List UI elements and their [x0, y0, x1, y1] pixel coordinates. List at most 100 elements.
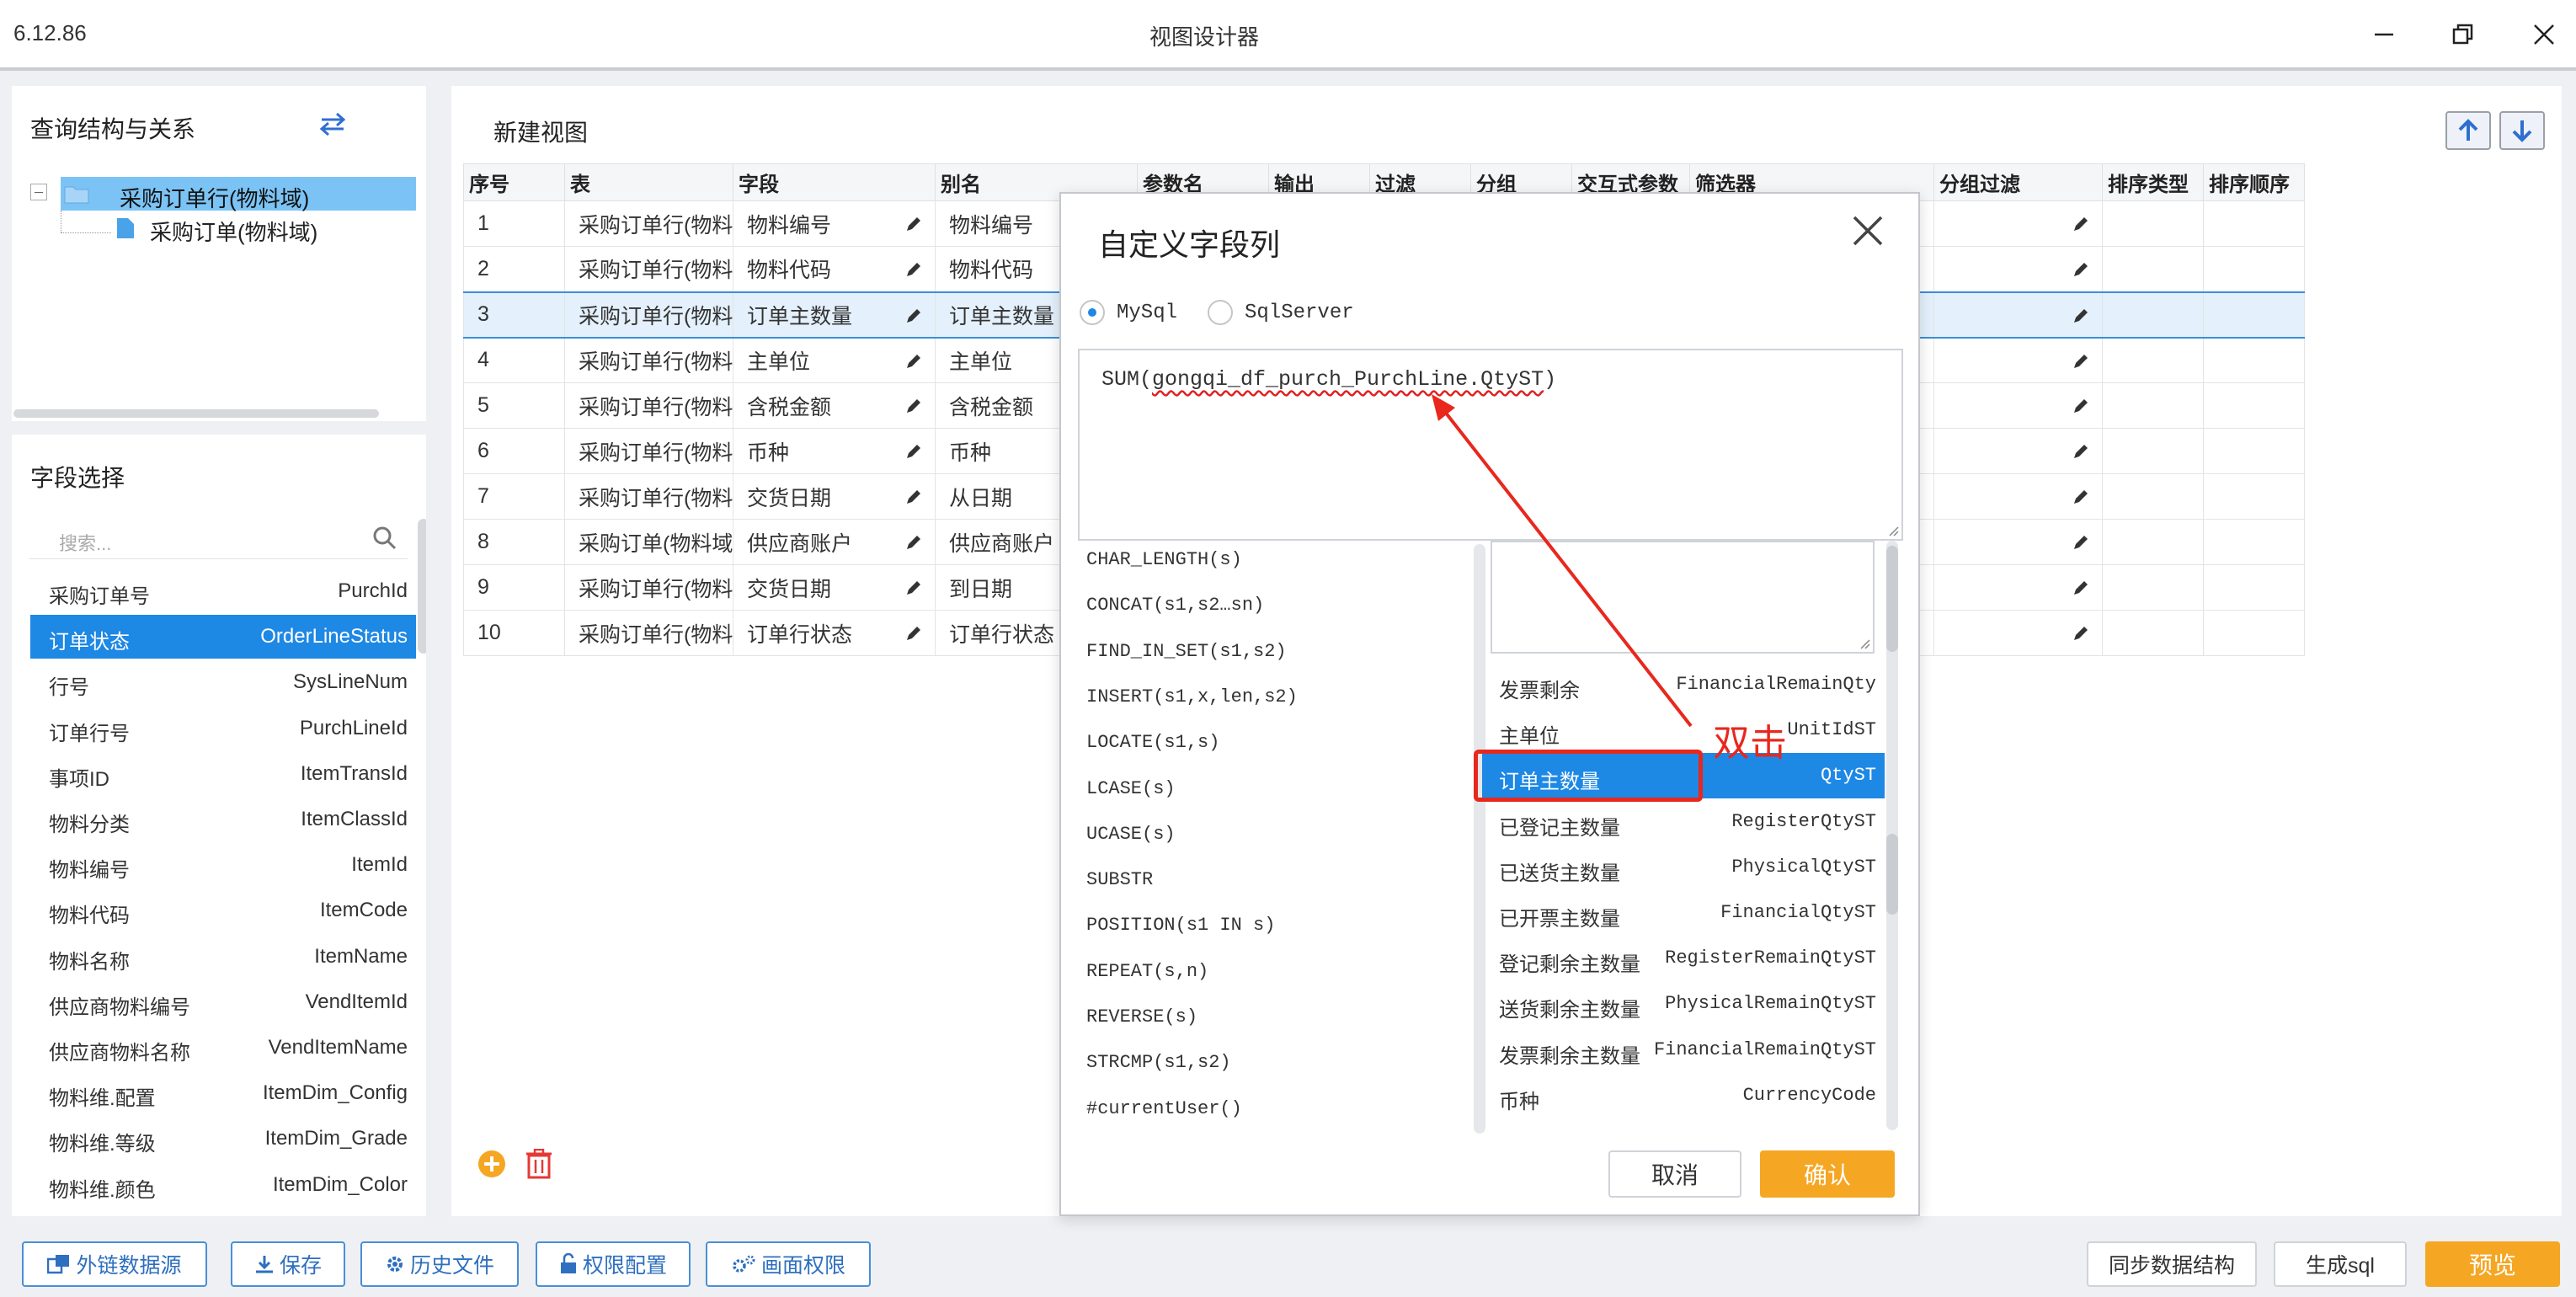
- cell-table[interactable]: 采购订单行(物料域): [564, 337, 733, 383]
- cell-field[interactable]: 交货日期: [733, 564, 936, 611]
- scrollbar-thumb[interactable]: [1886, 834, 1898, 915]
- cell-empty[interactable]: [1933, 473, 2103, 520]
- field-list-item[interactable]: 供应商物料编号 VendItemId: [30, 980, 416, 1024]
- tree-collapse-toggle[interactable]: [30, 184, 47, 200]
- function-item[interactable]: STRCMP(s1,s2): [1086, 1052, 1231, 1073]
- cell-empty[interactable]: [2203, 291, 2305, 339]
- function-item[interactable]: CHAR_LENGTH(s): [1086, 549, 1242, 570]
- edit-pencil-icon[interactable]: [2072, 488, 2090, 506]
- column-item[interactable]: 已开票主数量 FinancialQtyST: [1482, 890, 1885, 936]
- cell-table[interactable]: 采购订单行(物料域): [564, 382, 733, 429]
- vertical-scrollbar[interactable]: [418, 519, 426, 654]
- cell-empty[interactable]: [2102, 246, 2204, 292]
- column-header[interactable]: 字段: [733, 163, 936, 201]
- edit-pencil-icon[interactable]: [904, 215, 923, 233]
- column-item[interactable]: 登记剩余主数量 RegisterRemainQtyST: [1482, 936, 1885, 981]
- restore-button[interactable]: [2442, 15, 2484, 54]
- permission-config-button[interactable]: 权限配置: [536, 1241, 691, 1287]
- search-input[interactable]: 搜索...: [29, 519, 408, 559]
- expression-editor[interactable]: SUM(gongqi_df_purch_PurchLine.QtyST): [1078, 349, 1903, 541]
- column-item[interactable]: 发票剩余主数量 FinancialRemainQtyST: [1482, 1027, 1885, 1073]
- field-list-item[interactable]: 物料代码 ItemCode: [30, 889, 416, 932]
- edit-pencil-icon[interactable]: [2072, 533, 2090, 552]
- field-list-item[interactable]: 物料名称 ItemName: [30, 935, 416, 979]
- edit-pencil-icon[interactable]: [2072, 442, 2090, 461]
- cell-table[interactable]: 采购订单行(物料域): [564, 428, 733, 474]
- function-item[interactable]: CONCAT(s1,s2…sn): [1086, 595, 1264, 616]
- cell-empty[interactable]: [2102, 610, 2204, 656]
- function-item[interactable]: LOCATE(s1,s): [1086, 732, 1219, 753]
- edit-pencil-icon[interactable]: [2072, 215, 2090, 233]
- swap-button[interactable]: [318, 111, 347, 141]
- field-list-item[interactable]: 事项ID ItemTransId: [30, 752, 416, 796]
- cell-field[interactable]: 含税金额: [733, 382, 936, 429]
- field-list-item[interactable]: 物料维.颜色 ItemDim_Color: [30, 1163, 416, 1207]
- cell-empty[interactable]: [1933, 610, 2103, 656]
- dialog-close-button[interactable]: [1851, 214, 1885, 252]
- edit-pencil-icon[interactable]: [904, 397, 923, 415]
- cell-empty[interactable]: [2102, 337, 2204, 383]
- column-header[interactable]: 排序顺序: [2203, 163, 2305, 201]
- cell-field[interactable]: 主单位: [733, 337, 936, 383]
- cell-empty[interactable]: [2203, 610, 2305, 656]
- cell-empty[interactable]: [2102, 291, 2204, 339]
- function-item[interactable]: LCASE(s): [1086, 778, 1176, 799]
- external-datasource-button[interactable]: 外链数据源: [22, 1241, 207, 1287]
- cell-empty[interactable]: [2102, 473, 2204, 520]
- column-header[interactable]: 表: [564, 163, 733, 201]
- cancel-button[interactable]: 取消: [1608, 1150, 1741, 1198]
- field-list-item[interactable]: 订单行号 PurchLineId: [30, 707, 416, 750]
- radio-sqlserver[interactable]: SqlServer: [1208, 300, 1354, 325]
- cell-table[interactable]: 采购订单行(物料域): [564, 246, 733, 292]
- column-item[interactable]: 已登记主数量 RegisterQtyST: [1482, 799, 1885, 845]
- cell-table[interactable]: 采购订单(物料域): [564, 519, 733, 565]
- column-header[interactable]: 分组过滤: [1933, 163, 2103, 201]
- cell-field[interactable]: 币种: [733, 428, 936, 474]
- function-item[interactable]: REVERSE(s): [1086, 1006, 1197, 1027]
- sync-structure-button[interactable]: 同步数据结构: [2087, 1241, 2257, 1287]
- move-down-button[interactable]: [2499, 111, 2545, 150]
- edit-pencil-icon[interactable]: [2072, 352, 2090, 371]
- column-item[interactable]: 币种 CurrencyCode: [1482, 1073, 1885, 1118]
- column-item[interactable]: 主单位 UnitIdST: [1482, 707, 1885, 753]
- cell-empty[interactable]: [1933, 519, 2103, 565]
- field-list-item[interactable]: 物料编号 ItemId: [30, 843, 416, 887]
- field-list-item[interactable]: 物料维.等级 ItemDim_Grade: [30, 1117, 416, 1161]
- cell-field[interactable]: 供应商账户: [733, 519, 936, 565]
- function-item[interactable]: #currentUser(): [1086, 1098, 1242, 1119]
- save-button[interactable]: 保存: [231, 1241, 345, 1287]
- radio-mysql[interactable]: MySql: [1080, 300, 1177, 325]
- function-item[interactable]: UCASE(s): [1086, 824, 1176, 845]
- cell-table[interactable]: 采购订单行(物料域): [564, 564, 733, 611]
- cell-empty[interactable]: [1933, 382, 2103, 429]
- edit-pencil-icon[interactable]: [904, 442, 923, 461]
- cell-empty[interactable]: [2203, 246, 2305, 292]
- field-list-item[interactable]: 采购订单号 PurchId: [30, 569, 416, 613]
- edit-pencil-icon[interactable]: [904, 260, 923, 279]
- cell-empty[interactable]: [1933, 291, 2103, 339]
- horizontal-scrollbar[interactable]: [13, 409, 379, 418]
- cell-table[interactable]: 采购订单行(物料域): [564, 610, 733, 656]
- cell-empty[interactable]: [2203, 200, 2305, 247]
- cell-empty[interactable]: [2203, 382, 2305, 429]
- close-window-button[interactable]: [2523, 15, 2565, 54]
- confirm-button[interactable]: 确认: [1760, 1150, 1895, 1198]
- column-header[interactable]: 序号: [463, 163, 565, 201]
- cell-table[interactable]: 采购订单行(物料域): [564, 473, 733, 520]
- edit-pencil-icon[interactable]: [904, 533, 923, 552]
- cell-empty[interactable]: [2102, 200, 2204, 247]
- cell-empty[interactable]: [2203, 473, 2305, 520]
- cell-field[interactable]: 物料编号: [733, 200, 936, 247]
- function-item[interactable]: FIND_IN_SET(s1,s2): [1086, 641, 1287, 662]
- column-header[interactable]: 排序类型: [2102, 163, 2204, 201]
- column-item[interactable]: 发票剩余 FinancialRemainQty: [1482, 662, 1885, 707]
- cell-table[interactable]: 采购订单行(物料域): [564, 291, 733, 339]
- edit-pencil-icon[interactable]: [2072, 579, 2090, 597]
- cell-empty[interactable]: [2203, 428, 2305, 474]
- function-item[interactable]: SUBSTR: [1086, 869, 1153, 890]
- function-item[interactable]: POSITION(s1 IN s): [1086, 915, 1275, 936]
- function-item[interactable]: INSERT(s1,x,len,s2): [1086, 686, 1298, 707]
- edit-pencil-icon[interactable]: [2072, 397, 2090, 415]
- field-list-item[interactable]: 行号 SysLineNum: [30, 660, 416, 704]
- cell-empty[interactable]: [1933, 564, 2103, 611]
